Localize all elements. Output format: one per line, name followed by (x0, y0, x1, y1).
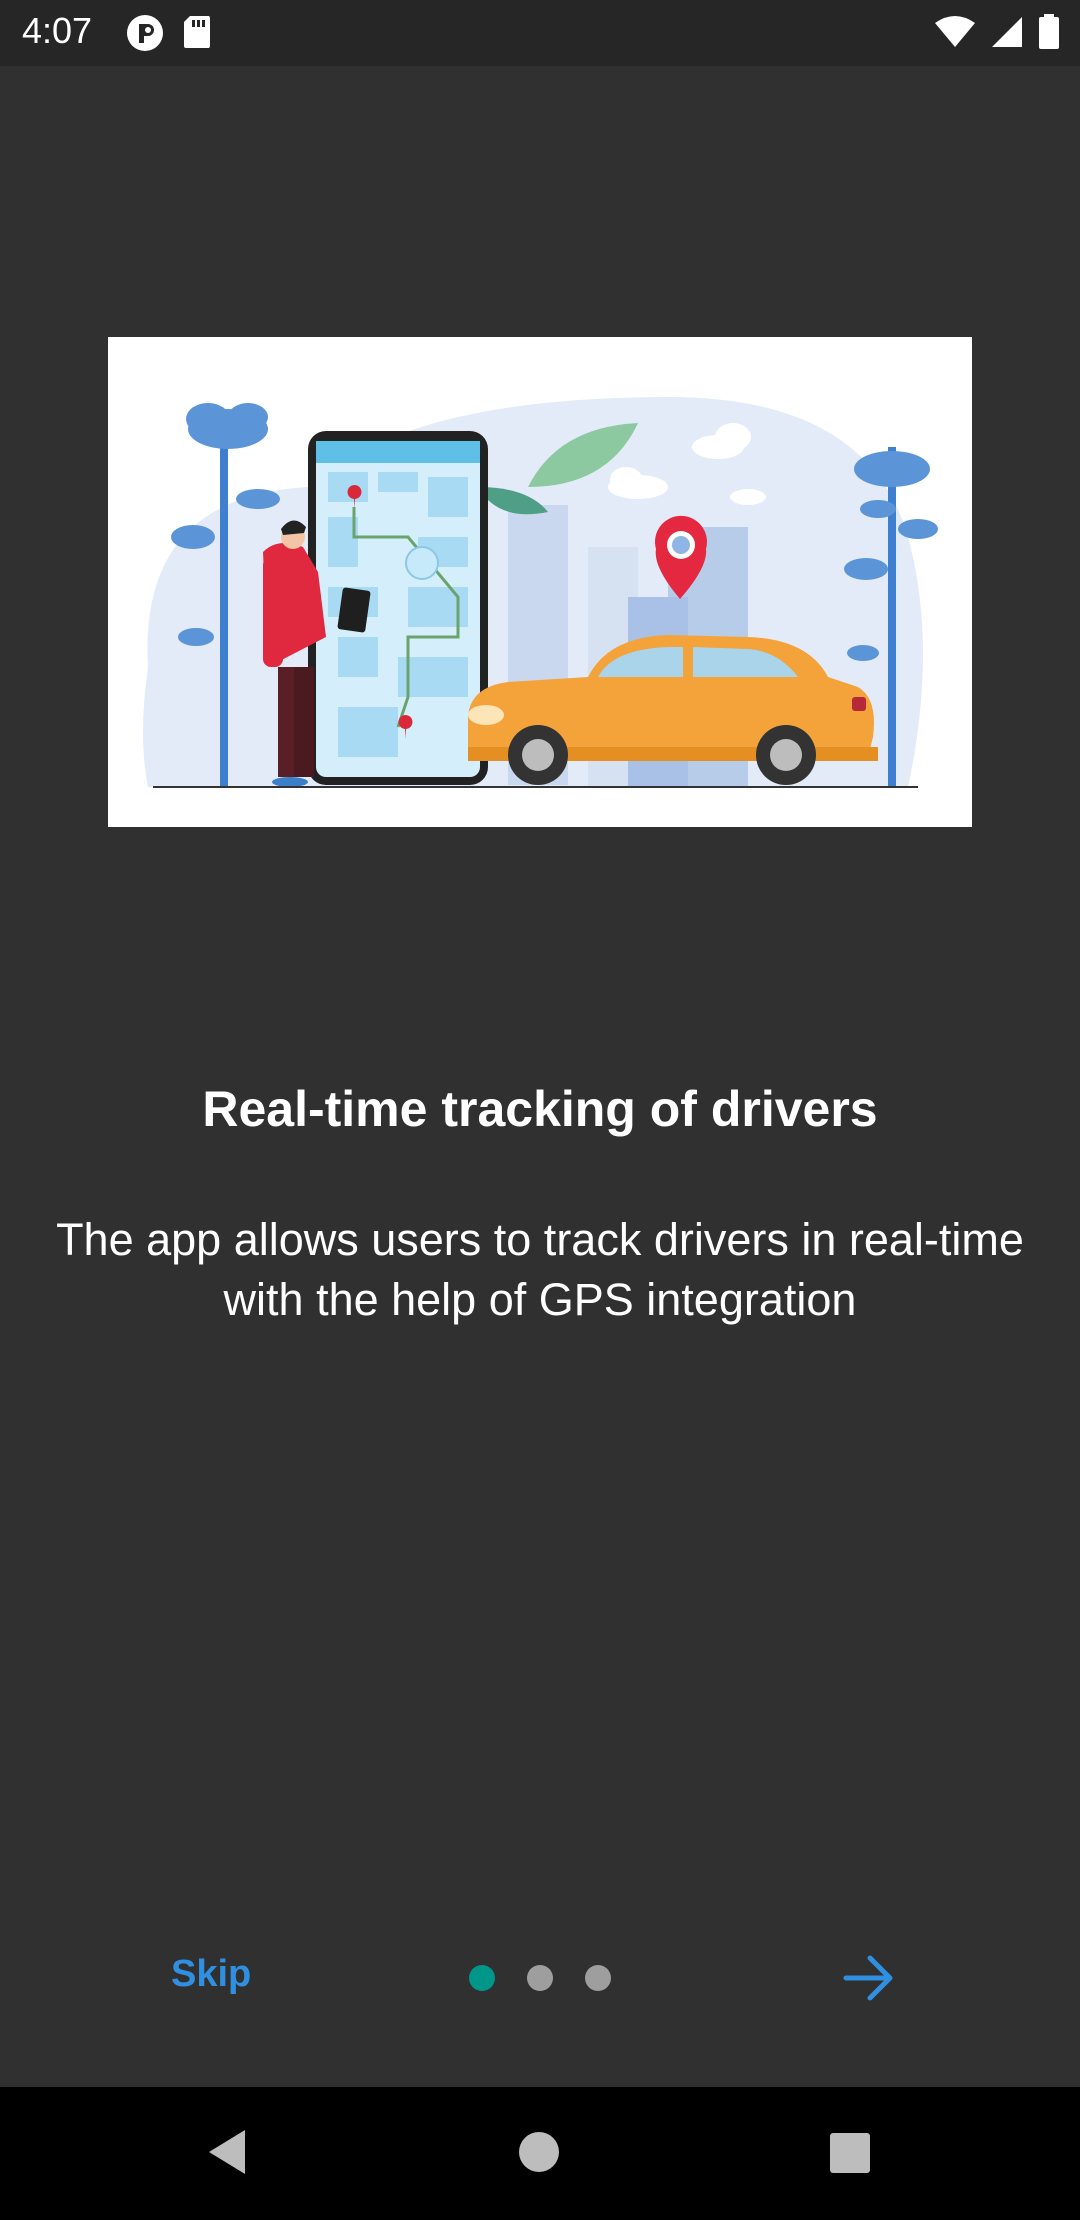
arrow-right-icon (843, 1955, 893, 2001)
onboarding-title: Real-time tracking of drivers (202, 1081, 878, 1137)
status-bar: 4:07 (0, 0, 1080, 66)
back-icon (209, 2130, 245, 2174)
battery-icon (1038, 14, 1060, 55)
page-indicator (469, 1965, 611, 1991)
home-icon (519, 2132, 559, 2172)
wifi-icon (934, 15, 976, 54)
back-button[interactable] (205, 2128, 249, 2181)
onboarding-illustration (108, 337, 972, 827)
signal-icon (990, 15, 1024, 54)
page-dot-3[interactable] (585, 1965, 611, 1991)
page-dot-1[interactable] (469, 1965, 495, 1991)
sd-card-icon (182, 14, 212, 57)
page-dot-2[interactable] (527, 1965, 553, 1991)
recents-button[interactable] (830, 2133, 870, 2178)
app-notification-icon (126, 14, 164, 57)
next-button[interactable] (842, 1953, 898, 2003)
recents-icon (830, 2133, 870, 2173)
onboarding-description: The app allows users to track drivers in… (56, 1214, 1024, 1325)
home-button[interactable] (518, 2131, 560, 2178)
skip-button[interactable]: Skip (171, 1953, 251, 1996)
status-time: 4:07 (22, 10, 93, 51)
